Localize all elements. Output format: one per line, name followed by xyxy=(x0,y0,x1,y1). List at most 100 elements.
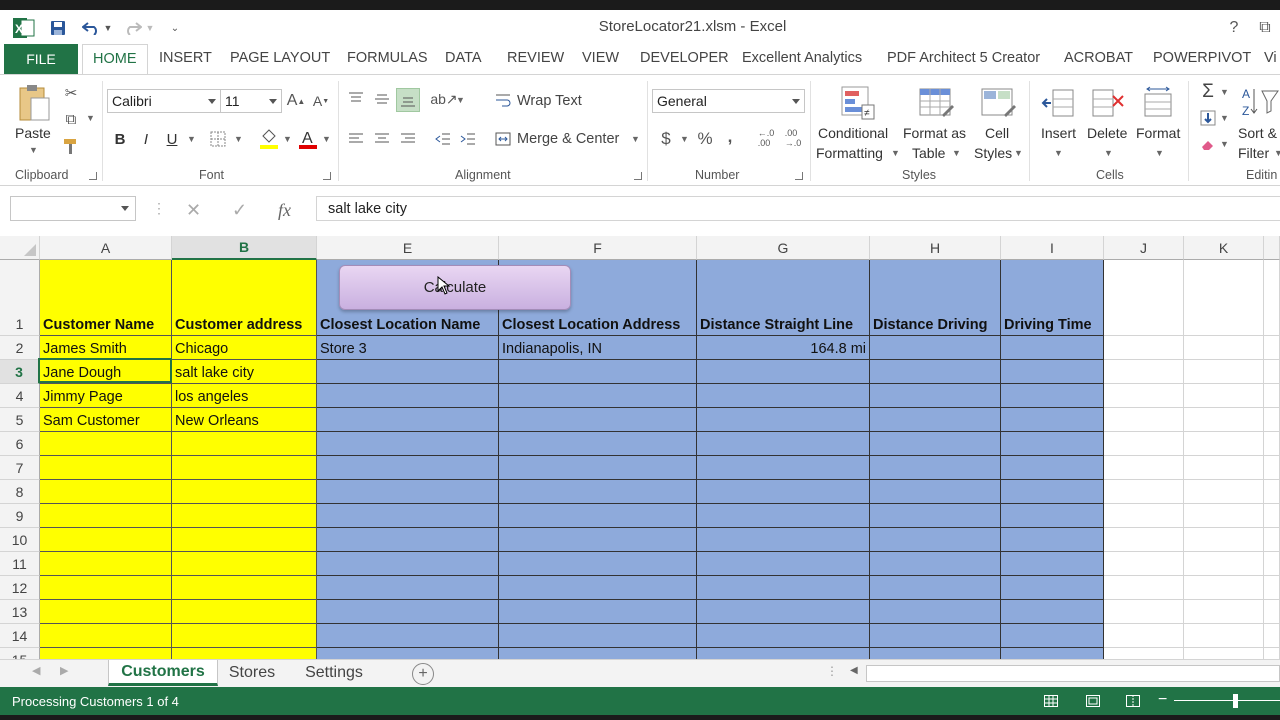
decrease-decimal-icon[interactable]: .00 →.0 xyxy=(781,127,805,149)
cell-h12[interactable] xyxy=(870,576,1001,600)
zoom-slider-track[interactable] xyxy=(1174,700,1280,701)
font-color-icon[interactable]: A xyxy=(297,127,319,151)
cell-f5[interactable] xyxy=(499,408,697,432)
cell-b2[interactable]: Chicago xyxy=(172,336,317,360)
cell-j13[interactable] xyxy=(1104,600,1184,624)
delete-cells-button[interactable]: Delete xyxy=(1087,125,1127,141)
cell-h11[interactable] xyxy=(870,552,1001,576)
tab-insert[interactable]: INSERT xyxy=(159,50,212,66)
cell-e12[interactable] xyxy=(317,576,499,600)
row-header-7[interactable]: 7 xyxy=(0,456,40,480)
cell-b3[interactable]: salt lake city xyxy=(172,360,317,384)
cell-b9[interactable] xyxy=(172,504,317,528)
alignment-launcher-icon[interactable] xyxy=(634,172,642,180)
cell-a12[interactable] xyxy=(40,576,172,600)
cell-l12[interactable] xyxy=(1264,576,1280,600)
cell-h4[interactable] xyxy=(870,384,1001,408)
align-bottom-icon[interactable] xyxy=(396,88,420,112)
cell-k3[interactable] xyxy=(1184,360,1264,384)
column-header-h[interactable]: H xyxy=(870,236,1001,260)
tab-review[interactable]: REVIEW xyxy=(507,50,564,66)
cell-j10[interactable] xyxy=(1104,528,1184,552)
sort-filter-dropdown-icon[interactable]: ▼ xyxy=(1274,148,1280,158)
cell-a3[interactable]: Jane Dough xyxy=(40,360,172,384)
insert-cells-dropdown-icon[interactable]: ▼ xyxy=(1054,148,1063,158)
row-header-15[interactable]: 15 xyxy=(0,648,40,659)
cell-g9[interactable] xyxy=(697,504,870,528)
format-as-table-dropdown-icon[interactable]: ▼ xyxy=(952,148,961,158)
cell-k10[interactable] xyxy=(1184,528,1264,552)
cell-k15[interactable] xyxy=(1184,648,1264,659)
cell-e4[interactable] xyxy=(317,384,499,408)
cell-k1[interactable] xyxy=(1184,260,1264,336)
cell-l5[interactable] xyxy=(1264,408,1280,432)
cell-h3[interactable] xyxy=(870,360,1001,384)
cell-k13[interactable] xyxy=(1184,600,1264,624)
cell-k11[interactable] xyxy=(1184,552,1264,576)
cell-e10[interactable] xyxy=(317,528,499,552)
tab-split-handle-icon[interactable]: ⋮ xyxy=(826,664,838,678)
cell-a13[interactable] xyxy=(40,600,172,624)
cell-e13[interactable] xyxy=(317,600,499,624)
normal-view-icon[interactable] xyxy=(1042,693,1060,709)
cell-e9[interactable] xyxy=(317,504,499,528)
sort-filter-label-2[interactable]: Filter xyxy=(1238,145,1269,161)
cell-e15[interactable] xyxy=(317,648,499,659)
conditional-formatting-label-1[interactable]: Conditional xyxy=(818,125,888,141)
cell-f14[interactable] xyxy=(499,624,697,648)
cell-b8[interactable] xyxy=(172,480,317,504)
cell-l1[interactable] xyxy=(1264,260,1280,336)
cell-b12[interactable] xyxy=(172,576,317,600)
align-center-icon[interactable] xyxy=(371,129,393,149)
orientation-icon[interactable]: ab↗ xyxy=(430,89,457,109)
cell-f10[interactable] xyxy=(499,528,697,552)
cell-i2[interactable] xyxy=(1001,336,1104,360)
cell-a7[interactable] xyxy=(40,456,172,480)
cell-g2[interactable]: 164.8 mi xyxy=(697,336,870,360)
cell-h1[interactable]: Distance Driving xyxy=(870,260,1001,336)
cell-k9[interactable] xyxy=(1184,504,1264,528)
sheet-tab-customers[interactable]: Customers xyxy=(108,660,218,686)
conditional-formatting-label-2[interactable]: Formatting xyxy=(816,145,883,161)
currency-button[interactable]: $ xyxy=(656,127,676,151)
cell-b7[interactable] xyxy=(172,456,317,480)
row-header-3[interactable]: 3 xyxy=(0,360,40,384)
cell-a9[interactable] xyxy=(40,504,172,528)
insert-function-button[interactable]: fx xyxy=(278,200,291,221)
cell-i10[interactable] xyxy=(1001,528,1104,552)
cell-e3[interactable] xyxy=(317,360,499,384)
column-header-next[interactable] xyxy=(1264,236,1280,260)
cell-i5[interactable] xyxy=(1001,408,1104,432)
cell-l6[interactable] xyxy=(1264,432,1280,456)
cell-h2[interactable] xyxy=(870,336,1001,360)
cell-k7[interactable] xyxy=(1184,456,1264,480)
tab-pdf-architect[interactable]: PDF Architect 5 Creator xyxy=(887,50,1040,66)
ribbon-display-options-icon[interactable]: ⧉ xyxy=(1254,17,1276,39)
cell-k6[interactable] xyxy=(1184,432,1264,456)
column-header-b[interactable]: B xyxy=(172,236,317,260)
cell-a10[interactable] xyxy=(40,528,172,552)
tab-view[interactable]: VIEW xyxy=(582,50,619,66)
cell-b5[interactable]: New Orleans xyxy=(172,408,317,432)
clipboard-launcher-icon[interactable] xyxy=(89,172,97,180)
align-left-icon[interactable] xyxy=(345,129,367,149)
new-sheet-icon[interactable]: + xyxy=(412,663,434,685)
tab-home[interactable]: HOME xyxy=(82,44,148,75)
format-cells-icon[interactable] xyxy=(1140,83,1176,123)
merge-center-icon[interactable] xyxy=(494,130,512,148)
italic-button[interactable]: I xyxy=(136,129,156,149)
cell-h14[interactable] xyxy=(870,624,1001,648)
cell-l8[interactable] xyxy=(1264,480,1280,504)
row-header-14[interactable]: 14 xyxy=(0,624,40,648)
tab-data[interactable]: DATA xyxy=(445,50,482,66)
cell-h9[interactable] xyxy=(870,504,1001,528)
cell-styles-label-2[interactable]: Styles xyxy=(974,145,1012,161)
underline-dropdown-icon[interactable]: ▼ xyxy=(187,134,196,144)
page-break-view-icon[interactable] xyxy=(1124,693,1142,709)
cell-j15[interactable] xyxy=(1104,648,1184,659)
align-middle-icon[interactable] xyxy=(371,89,393,109)
sheet-tab-settings[interactable]: Settings xyxy=(290,660,378,686)
row-header-11[interactable]: 11 xyxy=(0,552,40,576)
cut-icon[interactable]: ✂ xyxy=(60,83,82,103)
cell-f13[interactable] xyxy=(499,600,697,624)
